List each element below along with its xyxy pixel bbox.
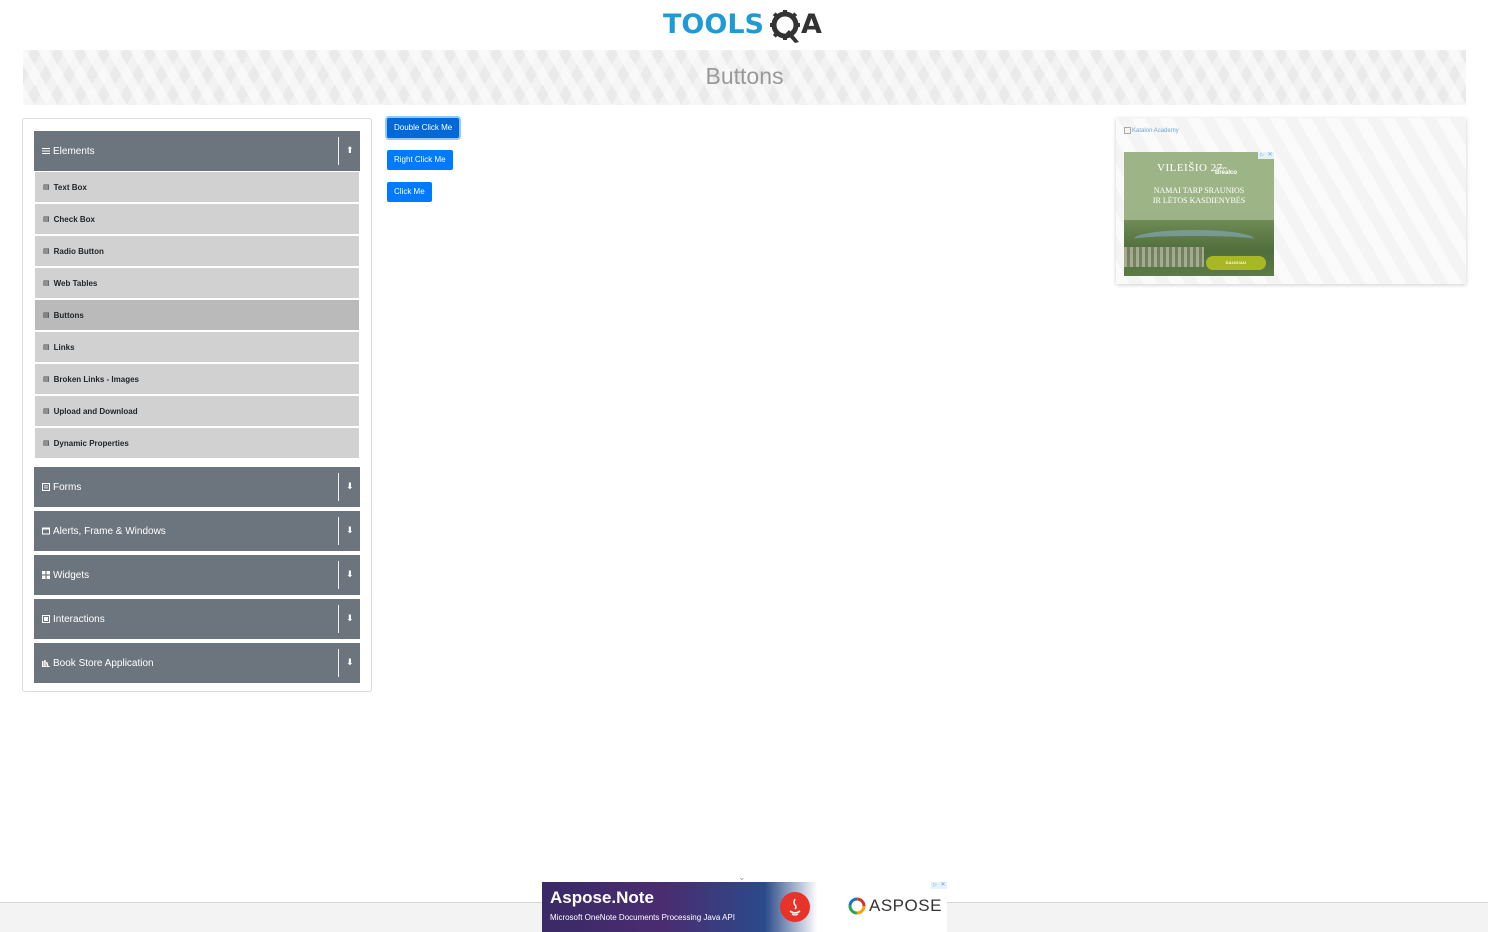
item-icon: ▤ [43, 408, 50, 415]
expand-arrow-icon[interactable]: ⬇ [346, 481, 354, 491]
sidebar-item-label: Web Tables [53, 278, 98, 288]
sidebar-item-links[interactable]: ▤ Links [35, 332, 359, 362]
item-icon: ▤ [43, 312, 50, 319]
ad-close-icon[interactable]: ✕ [1266, 152, 1274, 159]
bottom-ad-banner[interactable]: Aspose.Note Microsoft OneNote Documents … [542, 882, 947, 932]
sidebar: Elements ⬆ ▤ Text Box ▤ Check Box ▤ Radi… [22, 118, 372, 692]
sidebar-item-label: Links [53, 342, 75, 352]
sidebar-item-buttons[interactable]: ▤ Buttons [35, 300, 359, 330]
divider [338, 561, 339, 589]
broken-image-alt: Katalon Academy [1132, 127, 1179, 134]
toolsqa-logo[interactable]: TOOLS A [663, 6, 827, 46]
broken-image-icon [1124, 127, 1131, 134]
sidebar-item-text-box[interactable]: ▤ Text Box [35, 172, 359, 202]
divider [338, 517, 339, 545]
sidebar-item-label: Broken Links - Images [53, 374, 139, 384]
grid-icon [42, 571, 50, 579]
sidebar-group-alerts[interactable]: Alerts, Frame & Windows ⬇ [34, 511, 360, 551]
collapse-arrow-icon[interactable]: ⬆ [346, 145, 354, 155]
divider [338, 473, 339, 501]
sidebar-item-dynamic-properties[interactable]: ▤ Dynamic Properties [35, 428, 359, 458]
form-icon [42, 483, 50, 491]
right-ad-panel: Katalon Academy VILEIŠIO 27 Vystys Breal… [1116, 118, 1466, 284]
ad-title: Aspose.Note [550, 888, 654, 907]
ad-river-image [1134, 230, 1254, 248]
item-icon: ▤ [43, 376, 50, 383]
double-click-button[interactable]: Double Click Me [387, 118, 460, 138]
ad-title: VILEIŠIO 27 [1157, 162, 1223, 174]
ad-brand: Brealco [1215, 170, 1238, 176]
item-icon: ▤ [43, 184, 50, 191]
sidebar-group-label: Elements [53, 145, 95, 157]
aspose-brand-text: ASPOSE [869, 896, 942, 915]
window-icon [42, 527, 50, 535]
ad-text: NAMAI TARP SRAUNIOS IR LĖTOS KASDIENYBĖS [1124, 186, 1274, 206]
page-title: Buttons [705, 63, 784, 89]
book-icon [42, 659, 50, 668]
ad-info-icon[interactable]: ▷ [1258, 152, 1266, 159]
sidebar-group-forms[interactable]: Forms ⬇ [34, 467, 360, 507]
aspose-swirl-icon [848, 897, 866, 915]
hamburger-icon [42, 147, 50, 155]
sidebar-item-label: Dynamic Properties [53, 438, 129, 448]
sidebar-group-label: Book Store Application [53, 657, 154, 669]
divider [338, 649, 339, 677]
sidebar-group-elements[interactable]: Elements ⬆ [34, 131, 360, 171]
interaction-icon [42, 615, 50, 623]
sidebar-item-label: Upload and Download [53, 406, 138, 416]
sidebar-group-book-store[interactable]: Book Store Application ⬇ [34, 643, 360, 683]
sidebar-item-label: Buttons [53, 310, 84, 320]
expand-arrow-icon[interactable]: ⬇ [346, 525, 354, 535]
click-me-button[interactable]: Click Me [387, 182, 432, 202]
sidebar-group-interactions[interactable]: Interactions ⬇ [34, 599, 360, 639]
ad-text-line1: NAMAI TARP SRAUNIOS [1153, 186, 1245, 195]
site-header: TOOLS A [0, 0, 1488, 50]
ad-city-image [1124, 247, 1204, 267]
sidebar-group-label: Widgets [53, 569, 90, 581]
ad-info-icon[interactable]: ▷ [931, 882, 939, 889]
sidebar-item-radio-button[interactable]: ▤ Radio Button [35, 236, 359, 266]
sidebar-group-widgets[interactable]: Widgets ⬇ [34, 555, 360, 595]
expand-arrow-icon[interactable]: ⬇ [346, 613, 354, 623]
sidebar-group-label: Interactions [53, 613, 105, 625]
sidebar-item-broken-links[interactable]: ▤ Broken Links - Images [35, 364, 359, 394]
broken-image-link[interactable]: Katalon Academy [1124, 127, 1179, 134]
item-icon: ▤ [43, 216, 50, 223]
divider [338, 605, 339, 633]
page-title-banner: Buttons [23, 50, 1466, 105]
sidebar-item-label: Text Box [53, 182, 87, 192]
item-icon: ▤ [43, 440, 50, 447]
expand-arrow-icon[interactable]: ⬇ [346, 569, 354, 579]
java-logo-icon [780, 892, 810, 922]
item-icon: ▤ [43, 280, 50, 287]
gear-q-icon [770, 10, 800, 43]
logo-suffix: A [801, 9, 822, 40]
item-icon: ▤ [43, 248, 50, 255]
vileisio-ad-banner[interactable]: VILEIŠIO 27 Vystys Brealco NAMAI TARP SR… [1124, 152, 1274, 276]
ad-text-line2: IR LĖTOS KASDIENYBĖS [1152, 196, 1246, 205]
ad-subtitle: Microsoft OneNote Documents Processing J… [550, 913, 735, 922]
divider [338, 137, 339, 165]
sidebar-item-upload-download[interactable]: ▤ Upload and Download [35, 396, 359, 426]
sidebar-item-check-box[interactable]: ▤ Check Box [35, 204, 359, 234]
sidebar-item-label: Check Box [53, 214, 95, 224]
sidebar-item-web-tables[interactable]: ▤ Web Tables [35, 268, 359, 298]
item-icon: ▤ [43, 344, 50, 351]
sidebar-item-label: Radio Button [53, 246, 104, 256]
expand-arrow-icon[interactable]: ⬇ [346, 657, 354, 667]
ad-cta-button[interactable]: DAUGIAU [1206, 256, 1266, 270]
sidebar-group-label: Alerts, Frame & Windows [53, 525, 166, 537]
right-click-button[interactable]: Right Click Me [387, 150, 453, 170]
ad-close-icon[interactable]: ✕ [939, 882, 947, 889]
logo-text: TOOLS [663, 9, 764, 40]
aspose-logo: ASPOSE [848, 896, 942, 916]
sidebar-group-label: Forms [53, 481, 82, 493]
